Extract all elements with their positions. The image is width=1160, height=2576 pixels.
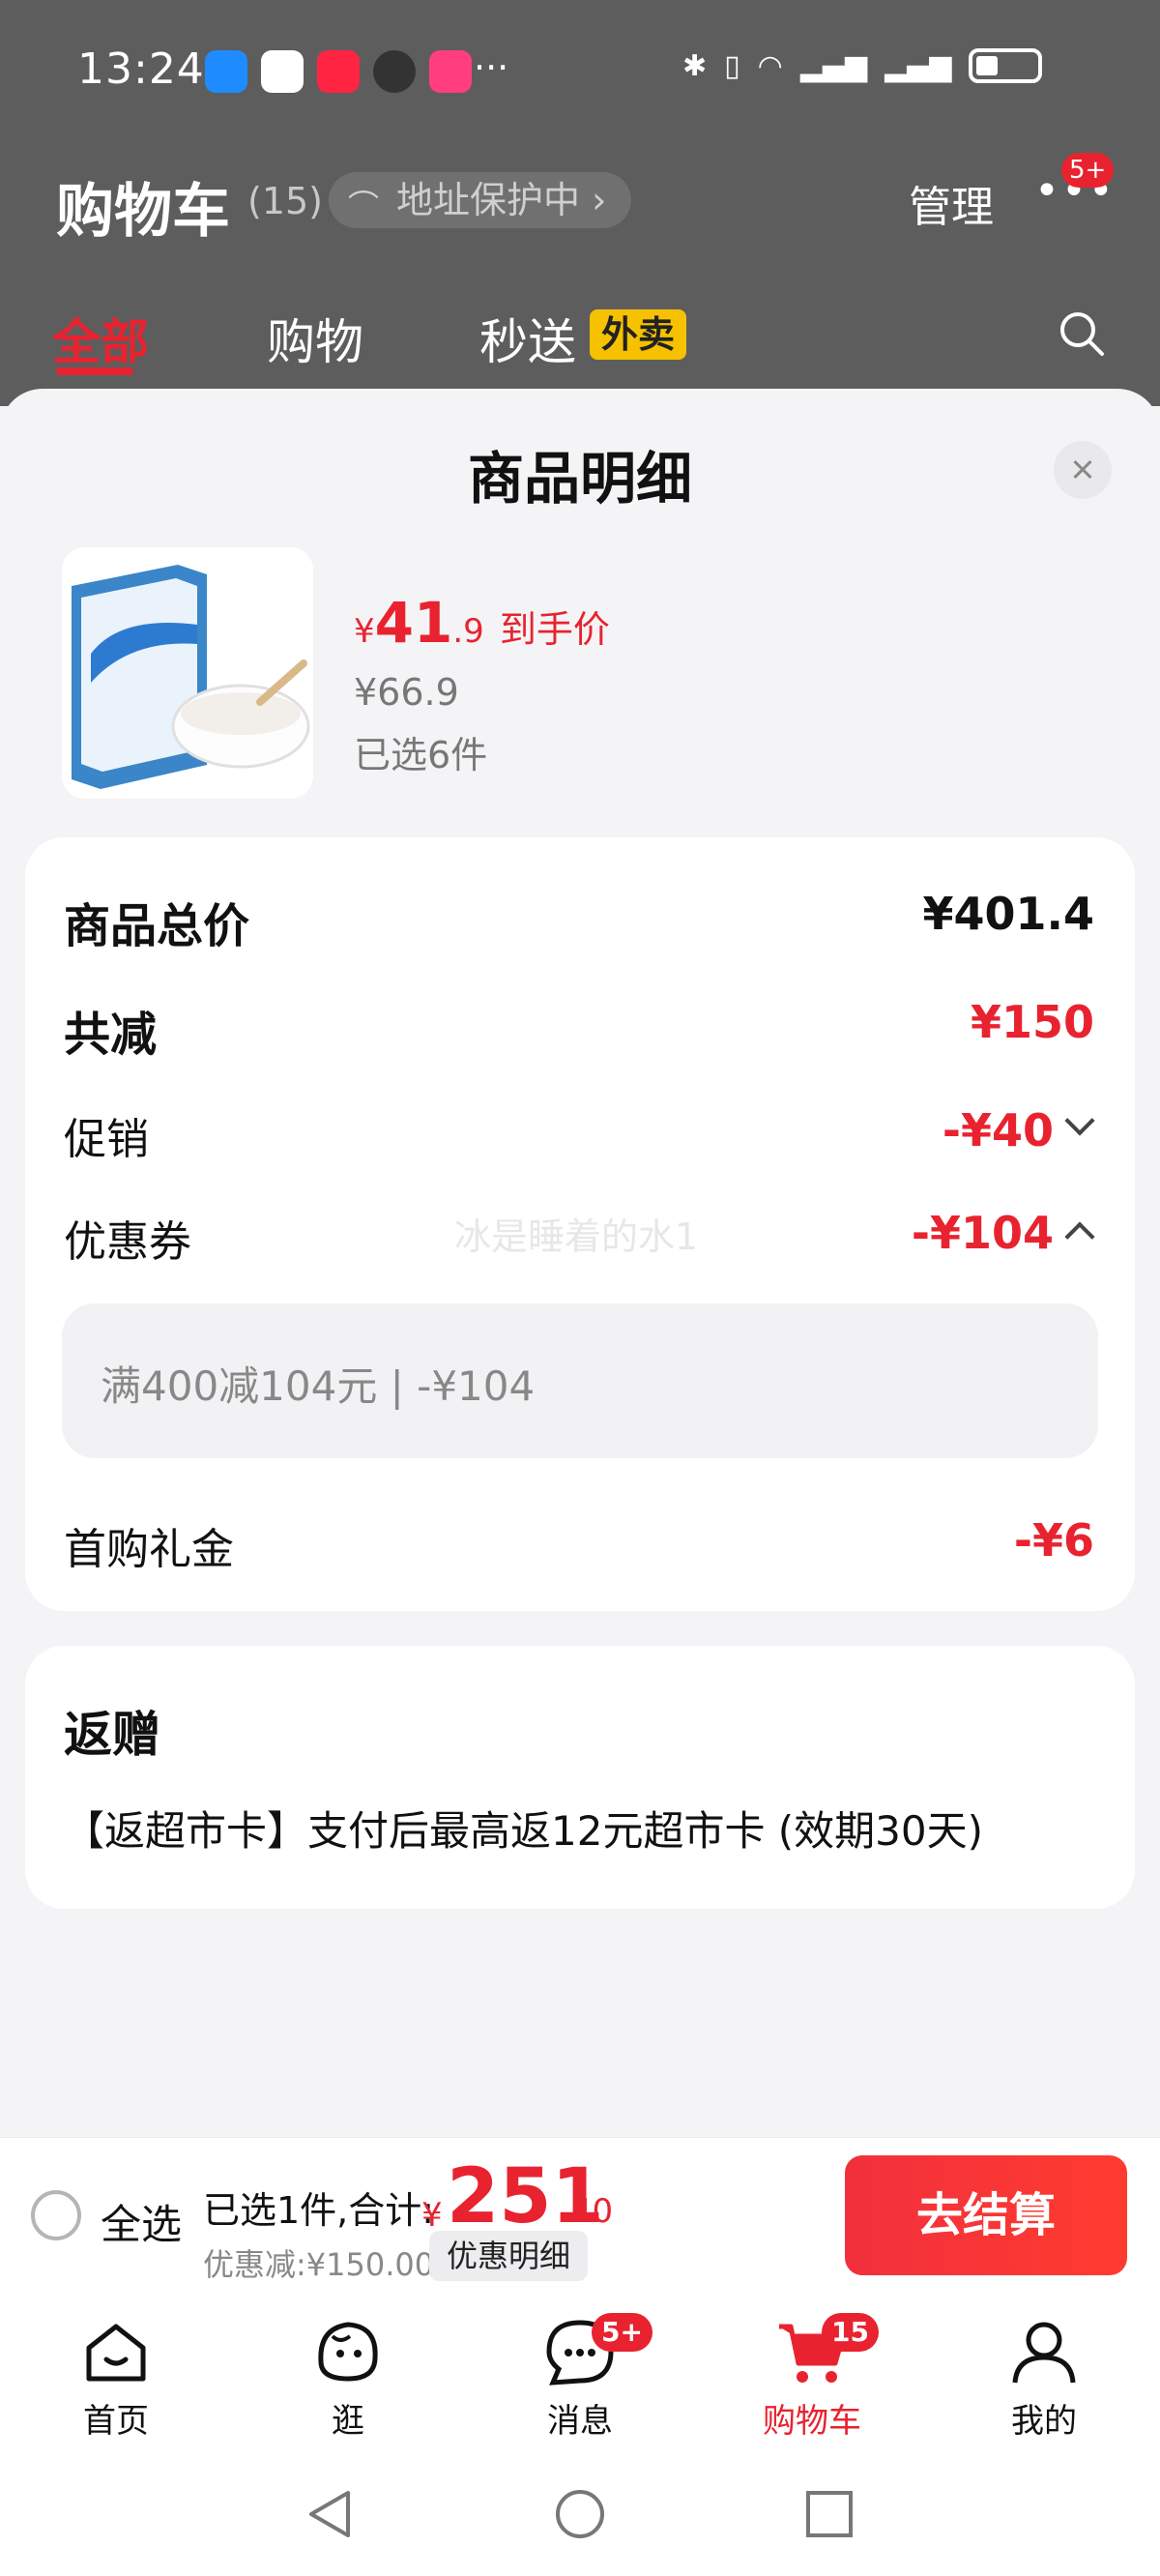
original-price: ¥66.9 (354, 671, 459, 714)
vibrate-icon: ▯ (724, 48, 740, 83)
messages-badge: 5+ (592, 2313, 652, 2352)
selected-count: 已选6件 (354, 734, 488, 776)
discount-detail-button[interactable]: 优惠明细 (429, 2231, 589, 2281)
more-badge: 5+ (1061, 153, 1115, 188)
sheet-title: 商品明细 (467, 446, 692, 512)
address-protection-label: 地址保护中 (396, 179, 581, 221)
notification-app-icons (205, 50, 472, 93)
nav-messages[interactable]: 消息 5+ (483, 2313, 677, 2441)
status-bar: 13:24 ··· ✱ ▯ ◠ ▂▄▆ ▂▄▆ (0, 0, 1160, 135)
nav-cart[interactable]: 购物车 15 (715, 2313, 909, 2441)
promotion-value: -¥40 (942, 1104, 1054, 1156)
chevron-right-icon: › (592, 179, 607, 221)
nav-home-label: 首页 (83, 2402, 149, 2441)
nav-home[interactable]: 首页 (19, 2315, 213, 2441)
saved-amount: 优惠减:¥150.00 (203, 2246, 435, 2283)
zhi-app-icon (373, 50, 416, 93)
gift-description: 【返超市卡】支付后最高返12元超市卡 (效期30天) (64, 1807, 984, 1855)
nav-cart-label: 购物车 (763, 2402, 861, 2441)
first-purchase-row: 首购礼金 -¥6 (64, 1514, 1094, 1582)
nav-mine[interactable]: 我的 (947, 2315, 1141, 2441)
nav-browse[interactable]: 逛 (251, 2315, 445, 2441)
profile-icon (1012, 2322, 1076, 2384)
more-notifications-icon: ··· (474, 46, 509, 89)
chevron-up-icon[interactable] (1064, 1221, 1095, 1252)
gift-title: 返赠 (64, 1707, 160, 1763)
coupon-detail-box: 满400减104元 | -¥104 (62, 1303, 1098, 1458)
battery-icon (969, 48, 1043, 83)
price-tag: 到手价 (499, 608, 610, 651)
search-icon[interactable] (1058, 309, 1106, 358)
final-price: ¥41.9 到手价 (354, 590, 610, 656)
coupon-label: 优惠券 (64, 1217, 191, 1267)
bottom-tab-bar: 首页 逛 消息 5+ 购物车 15 我的 (0, 2294, 1160, 2448)
signal-5g-icon: ▂▄▆ (799, 48, 868, 83)
coupon-detail-text: 满400减104元 | -¥104 (101, 1362, 536, 1410)
coupon-value: -¥104 (911, 1207, 1054, 1259)
recents-icon[interactable] (802, 2487, 856, 2541)
total-price-row: 商品总价 ¥401.4 (64, 888, 1094, 955)
xiaohongshu-app-icon (317, 50, 360, 93)
nav-messages-label: 消息 (547, 2402, 613, 2441)
bluetooth-icon: ✱ (682, 48, 708, 83)
total-reduction-row: 共减 ¥150 (64, 996, 1094, 1064)
close-button[interactable] (1054, 441, 1112, 499)
cart-badge: 15 (822, 2313, 879, 2352)
home-icon (86, 2324, 146, 2382)
select-all-label[interactable]: 全选 (101, 2192, 182, 2251)
dimmed-overlay[interactable]: 13:24 ··· ✱ ▯ ◠ ▂▄▆ ▂▄▆ 购物车 (15) ⌒ 地址保护中… (0, 0, 1160, 406)
product-detail-sheet: 商品明细 ¥41.9 到手价 ¥66.9 已选6件 商品总价 ¥401.4 共减 (0, 389, 1160, 2137)
back-icon[interactable] (304, 2487, 358, 2541)
total-symbol: ¥ (421, 2196, 443, 2235)
video-app-icon (429, 50, 472, 93)
rice-cereal-package-image (62, 547, 313, 799)
total-price-label: 商品总价 (64, 899, 250, 953)
price-symbol: ¥ (354, 612, 375, 651)
status-time: 13:24 (77, 44, 205, 94)
cart-header: 购物车 (15) ⌒ 地址保护中 › 管理 ••• 5+ (0, 153, 1160, 251)
price-integer: 41 (374, 590, 453, 656)
system-navigation-bar (0, 2448, 1160, 2576)
promotion-row[interactable]: 促销 -¥40 (64, 1104, 1095, 1172)
tab-flash-delivery[interactable]: 秒送 (479, 304, 576, 373)
nav-browse-label: 逛 (332, 2402, 364, 2441)
total-price-value: ¥401.4 (922, 888, 1094, 940)
home-circle-icon[interactable] (553, 2487, 607, 2541)
product-summary: ¥41.9 到手价 ¥66.9 已选6件 (62, 547, 1106, 801)
price-breakdown-card: 商品总价 ¥401.4 共减 ¥150 促销 -¥40 优惠券 冰是睡着的水1 … (25, 837, 1135, 1611)
cart-tabs: 全部 购物 秒送 外卖 (0, 290, 1160, 377)
system-status-icons: ✱ ▯ ◠ ▂▄▆ ▂▄▆ (682, 48, 1043, 83)
chevron-down-icon[interactable] (1064, 1105, 1095, 1136)
wifi-icon: ◠ (757, 48, 783, 83)
tab-all[interactable]: 全部 (52, 304, 149, 373)
total-reduction-label: 共减 (64, 1008, 158, 1062)
total-decimal: .40 (561, 2192, 614, 2231)
address-protection-pill[interactable]: ⌒ 地址保护中 › (329, 172, 632, 228)
product-image (62, 547, 313, 799)
promotion-label: 促销 (64, 1115, 149, 1164)
first-purchase-label: 首购礼金 (64, 1525, 234, 1574)
total-reduction-value: ¥150 (970, 996, 1094, 1048)
tab-underline (56, 367, 133, 375)
shield-icon: ⌒ (348, 188, 380, 224)
page-title: 购物车 (56, 178, 230, 246)
eleme-app-icon (205, 50, 247, 93)
coupon-row[interactable]: 优惠券 冰是睡着的水1 -¥104 (64, 1207, 1095, 1274)
signal-5g-icon-2: ▂▄▆ (884, 48, 952, 83)
summary-label: 已选1件,合计: (203, 2189, 435, 2232)
select-all-radio[interactable] (31, 2190, 81, 2240)
nav-mine-label: 我的 (1011, 2402, 1077, 2441)
gift-card: 返赠 【返超市卡】支付后最高返12元超市卡 (效期30天) (25, 1646, 1135, 1909)
waimai-tag: 外卖 (590, 309, 687, 360)
manage-button[interactable]: 管理 (909, 172, 994, 234)
browse-face-icon (318, 2322, 378, 2382)
browser-app-icon (261, 50, 304, 93)
tab-shopping[interactable]: 购物 (267, 304, 363, 373)
price-decimal: .9 (452, 612, 484, 651)
cart-count: (15) (247, 180, 324, 222)
checkout-bar: 全选 已选1件,合计: ¥ 251 .40 优惠减:¥150.00 优惠明细 去… (0, 2137, 1160, 2294)
watermark-text: 冰是睡着的水1 (454, 1215, 699, 1258)
checkout-button[interactable]: 去结算 (845, 2155, 1127, 2275)
first-purchase-value: -¥6 (1013, 1514, 1094, 1566)
